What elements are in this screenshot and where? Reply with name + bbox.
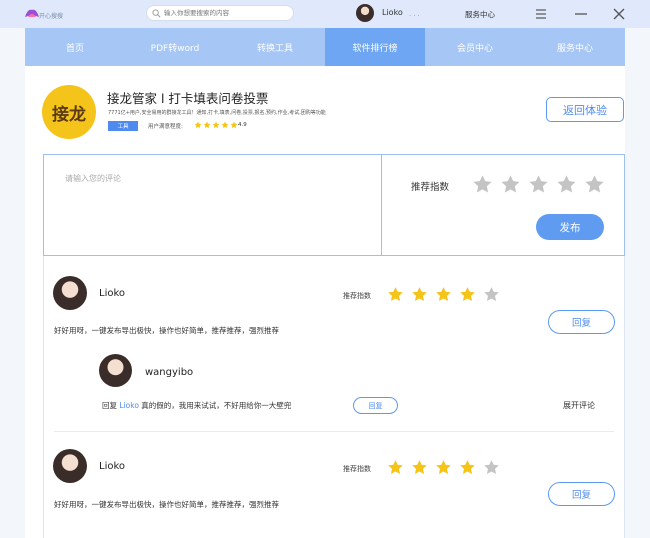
tab-software-ranking[interactable]: 软件排行榜 [325,28,425,66]
menu-icon[interactable] [532,5,550,23]
main-content: 接龙 接龙管家 l 打卡填表问卷投票 7771亿+用户,安全易用的群接龙工具！通… [25,66,625,538]
title-bar: 开心搜搜 Lioko ... 服务中心 [0,0,650,28]
star-icon [483,459,500,476]
search-input[interactable] [164,7,289,19]
recommend-star-rating[interactable] [472,174,612,195]
comment-text: 好好用呀，一键发布导出极快，操作也好简单，推荐推荐，强烈推荐 [54,326,279,335]
user-avatar[interactable] [356,4,374,22]
star-icon [194,121,202,129]
star-icon[interactable] [500,174,521,195]
reply-mention[interactable]: Lioko [119,401,139,410]
app-logo[interactable]: 开心搜搜 [24,5,72,23]
star-icon [221,121,229,129]
service-center-link[interactable]: 服务中心 [465,9,495,20]
star-icon[interactable] [584,174,605,195]
satisfaction-stars [194,121,239,129]
main-nav: 首页 PDF转word 转换工具 软件排行榜 会员中心 服务中心 [25,28,625,66]
star-icon[interactable] [528,174,549,195]
avatar[interactable] [99,354,132,387]
tab-convert-tools[interactable]: 转换工具 [225,28,325,66]
try-again-button[interactable]: 返回体验 [546,97,624,122]
reply-content: 真的假的，我用来试试，不好用给你一大壁兜 [141,401,292,410]
software-logo: 接龙 [42,85,96,139]
user-dropdown-icon[interactable]: ... [409,10,422,18]
star-icon [230,121,238,129]
recommend-label: 推荐指数 [343,292,371,300]
comment-input[interactable] [44,155,382,255]
reply-prefix: 回复 [102,401,117,410]
comment-text: 好好用呀，一键发布导出极快，操作也好简单，推荐推荐，强烈推荐 [54,500,279,509]
publish-button[interactable]: 发布 [536,214,604,240]
recommend-label: 推荐指数 [343,465,371,473]
commenter-name[interactable]: Lioko [99,288,125,299]
star-icon [435,459,452,476]
software-description: 7771亿+用户,安全易用的群接龙工具！通知,打卡,填表,问卷,投票,报名,预约… [108,110,326,116]
comment-star-rating [387,286,507,303]
star-icon [459,459,476,476]
star-icon [435,286,452,303]
star-icon [387,459,404,476]
app-name: 开心搜搜 [39,13,64,20]
star-icon [212,121,220,129]
expand-comments-link[interactable]: 展开评论 [563,400,595,411]
search-box[interactable] [146,5,294,21]
reply-button[interactable]: 回复 [548,310,615,334]
tab-home[interactable]: 首页 [25,28,125,66]
star-icon[interactable] [556,174,577,195]
reply-button[interactable]: 回复 [353,397,398,414]
rating-score: 4.9 [238,122,247,128]
commenter-name[interactable]: Lioko [99,461,125,472]
reply-author-name[interactable]: wangyibo [145,367,193,378]
star-icon [411,286,428,303]
recommend-label: 推荐指数 [411,182,450,193]
avatar[interactable] [53,276,87,310]
star-icon[interactable] [472,174,493,195]
app-logo-icon [25,9,39,17]
comment-divider [54,431,614,432]
star-icon [459,286,476,303]
software-logo-text: 接龙 [52,104,86,125]
tab-service-center[interactable]: 服务中心 [525,28,625,66]
category-tag[interactable]: 工具 [108,121,138,131]
comment-star-rating [387,459,507,476]
search-icon [152,9,161,18]
tab-pdf-to-word[interactable]: PDF转word [125,28,225,66]
reply-text: 回复 Lioko 真的假的，我用来试试，不好用给你一大壁兜 [102,400,291,411]
star-icon [483,286,500,303]
avatar[interactable] [53,449,87,483]
star-icon [387,286,404,303]
reply-button[interactable]: 回复 [548,482,615,506]
user-name[interactable]: Lioko [382,8,403,17]
minimize-icon[interactable] [572,5,590,23]
comment-list: Lioko 推荐指数 好好用呀，一键发布导出极快，操作也好简单，推荐推荐，强烈推… [43,256,625,538]
software-title: 接龙管家 l 打卡填表问卷投票 [107,91,269,106]
comment-form: 推荐指数 发布 [43,154,625,256]
rating-label: 用户满意程度: [148,124,183,130]
close-icon[interactable] [610,5,628,23]
tab-member-center[interactable]: 会员中心 [425,28,525,66]
star-icon [411,459,428,476]
star-icon [203,121,211,129]
